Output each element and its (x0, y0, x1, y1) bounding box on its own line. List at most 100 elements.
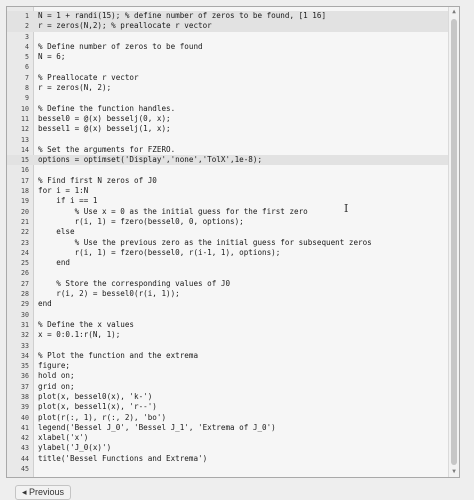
code-line[interactable]: 20 % Use x = 0 as the initial guess for … (7, 207, 459, 217)
code-line[interactable]: 19 if i == 1 (7, 196, 459, 206)
code-line[interactable]: 15 options = optimset('Display','none','T… (7, 155, 459, 166)
code-line[interactable]: 7 % Preallocate r vector (7, 73, 459, 83)
code-line[interactable]: 33 (7, 341, 459, 351)
code-line[interactable]: 34 % Plot the function and the extrema (7, 351, 459, 361)
line-code[interactable]: N = 6; (38, 52, 65, 62)
line-number: 18 (21, 187, 29, 196)
line-code[interactable]: legend('Bessel J_0', 'Bessel J_1', 'Extr… (38, 423, 276, 433)
code-line[interactable]: 5 N = 6; (7, 52, 459, 62)
code-line[interactable]: 4 % Define number of zeros to be found (7, 42, 459, 52)
line-code[interactable]: % Use x = 0 as the initial guess for the… (38, 207, 308, 217)
code-line[interactable]: 21 r(i, 1) = fzero(bessel0, 0, options); (7, 217, 459, 227)
line-code[interactable]: r = zeros(N, 2); (38, 83, 111, 93)
code-line[interactable]: 17 % Find first N zeros of J0 (7, 176, 459, 186)
code-editor[interactable]: 1 N = 1 + randi(15); % define number of z… (6, 6, 460, 478)
line-code[interactable]: end (38, 299, 52, 309)
scrollbar-thumb[interactable] (451, 19, 457, 465)
previous-button[interactable]: ◂ Previous (15, 485, 72, 500)
line-code[interactable]: xlabel('x') (38, 433, 88, 443)
code-line[interactable]: 40 plot(r(:, 1), r(:, 2), 'bo') (7, 413, 459, 423)
line-number: 14 (21, 145, 29, 154)
scroll-up-icon[interactable]: ▲ (450, 8, 458, 16)
line-number: 26 (21, 269, 29, 278)
code-line[interactable]: 6 (7, 62, 459, 72)
line-number: 1 (25, 12, 29, 20)
code-line[interactable]: 10 % Define the function handles. (7, 104, 459, 114)
code-line[interactable]: 13 (7, 135, 459, 145)
line-code[interactable]: plot(x, bessel1(x), 'r--') (38, 402, 157, 412)
code-line[interactable]: 44 title('Bessel Functions and Extrema') (7, 454, 459, 464)
line-code[interactable]: % Store the corresponding values of J0 (38, 279, 230, 289)
line-code[interactable]: else (38, 227, 74, 237)
line-number: 10 (21, 104, 29, 113)
line-code[interactable]: N = 1 + randi(15); % define number of ze… (38, 11, 326, 21)
code-line[interactable]: 24 r(i, 1) = fzero(bessel0, r(i-1, 1), o… (7, 248, 459, 258)
code-line[interactable]: 29 end (7, 299, 459, 309)
code-line[interactable]: 37 grid on; (7, 382, 459, 392)
code-line[interactable]: 31 % Define the x values (7, 320, 459, 330)
code-line[interactable]: 45 (7, 464, 459, 474)
line-code[interactable]: % Plot the function and the extrema (38, 351, 198, 361)
code-line[interactable]: 41 legend('Bessel J_0', 'Bessel J_1', 'Ex… (7, 423, 459, 433)
code-line[interactable]: 25 end (7, 258, 459, 268)
line-code[interactable]: % Use the previous zero as the initial g… (38, 238, 372, 248)
line-code[interactable]: bessel0 = @(x) besselj(0, x); (38, 114, 171, 124)
line-code[interactable]: % Find first N zeros of J0 (38, 176, 157, 186)
line-code[interactable]: figure; (38, 361, 70, 371)
line-code[interactable]: for i = 1:N (38, 186, 88, 196)
line-number: 36 (21, 372, 29, 381)
code-line[interactable]: 38 plot(x, bessel0(x), 'k-') (7, 392, 459, 402)
code-line[interactable]: 43 ylabel('J_0(x)') (7, 443, 459, 453)
line-code[interactable]: r(i, 2) = bessel0(r(i, 1)); (38, 289, 179, 299)
line-code[interactable]: bessel1 = @(x) besselj(1, x); (38, 124, 171, 134)
code-line[interactable]: 22 else (7, 227, 459, 237)
code-line[interactable]: 2 r = zeros(N,2); % preallocate r vector (7, 21, 459, 32)
line-code[interactable]: % Set the arguments for FZERO. (38, 145, 175, 155)
line-code[interactable]: r(i, 1) = fzero(bessel0, r(i-1, 1), opti… (38, 248, 281, 258)
code-line[interactable]: 39 plot(x, bessel1(x), 'r--') (7, 402, 459, 412)
line-code[interactable]: r = zeros(N,2); % preallocate r vector (38, 21, 212, 31)
line-code[interactable]: hold on; (38, 371, 75, 381)
line-number: 6 (25, 63, 29, 72)
code-line[interactable]: 26 (7, 268, 459, 278)
line-code[interactable]: plot(x, bessel0(x), 'k-') (38, 392, 152, 402)
line-code[interactable]: % Define the x values (38, 320, 134, 330)
code-line[interactable]: 35 figure; (7, 361, 459, 371)
line-number: 19 (21, 197, 29, 206)
code-line[interactable]: 32 x = 0:0.1:r(N, 1); (7, 330, 459, 340)
line-code[interactable]: title('Bessel Functions and Extrema') (38, 454, 207, 464)
code-line[interactable]: 27 % Store the corresponding values of J… (7, 279, 459, 289)
code-line[interactable]: 36 hold on; (7, 371, 459, 381)
line-code[interactable]: x = 0:0.1:r(N, 1); (38, 330, 120, 340)
code-line[interactable]: 14 % Set the arguments for FZERO. (7, 145, 459, 155)
code-line[interactable]: 23 % Use the previous zero as the initia… (7, 238, 459, 248)
line-number: 39 (21, 403, 29, 412)
code-line[interactable]: 3 (7, 32, 459, 42)
line-code[interactable]: plot(r(:, 1), r(:, 2), 'bo') (38, 413, 166, 423)
code-line[interactable]: 16 (7, 165, 459, 175)
code-line[interactable]: 12 bessel1 = @(x) besselj(1, x); (7, 124, 459, 134)
line-code[interactable]: % Preallocate r vector (38, 73, 139, 83)
vertical-scrollbar[interactable]: ▲ ▼ (448, 7, 459, 477)
scroll-down-icon[interactable]: ▼ (450, 468, 458, 476)
line-code[interactable]: grid on; (38, 382, 75, 392)
code-line[interactable]: 18 for i = 1:N (7, 186, 459, 196)
code-line[interactable]: 42 xlabel('x') (7, 433, 459, 443)
code-line[interactable]: 1 N = 1 + randi(15); % define number of z… (7, 11, 459, 22)
code-line[interactable]: 8 r = zeros(N, 2); (7, 83, 459, 93)
line-number: 43 (21, 444, 29, 453)
line-code[interactable]: ylabel('J_0(x)') (38, 443, 111, 453)
code-line[interactable]: 30 (7, 310, 459, 320)
line-number: 17 (21, 176, 29, 185)
line-code[interactable]: % Define number of zeros to be found (38, 42, 203, 52)
line-code[interactable]: options = optimset('Display','none','Tol… (38, 155, 262, 165)
line-code[interactable]: end (38, 258, 70, 268)
line-code[interactable]: % Define the function handles. (38, 104, 175, 114)
line-number: 45 (21, 465, 29, 474)
line-code[interactable]: r(i, 1) = fzero(bessel0, 0, options); (38, 217, 244, 227)
code-line[interactable]: 28 r(i, 2) = bessel0(r(i, 1)); (7, 289, 459, 299)
code-line[interactable]: 9 (7, 93, 459, 103)
line-number: 21 (21, 217, 29, 226)
line-code[interactable]: if i == 1 (38, 196, 97, 206)
code-line[interactable]: 11 bessel0 = @(x) besselj(0, x); (7, 114, 459, 124)
